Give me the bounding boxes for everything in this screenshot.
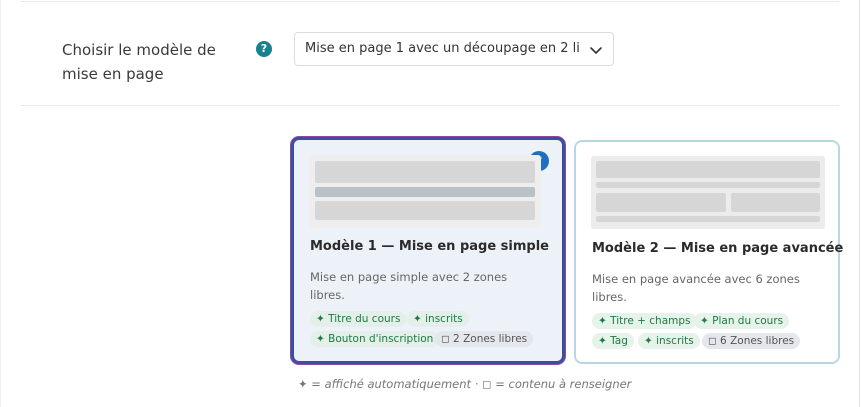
layout-model-select-value: Mise en page 1 avec un découpage en 2 li…: [305, 41, 580, 56]
divider-top: [21, 1, 839, 2]
layout-model-select[interactable]: Mise en page 1 avec un découpage en 2 li…: [294, 32, 614, 66]
tag-auto: ✦ Plan du cours: [694, 313, 790, 329]
legend-footnote: ✦ = affiché automatiquement · ◻ = conten…: [298, 377, 632, 391]
tag-auto: ✦ Titre + champs: [592, 313, 697, 329]
card-title: Modèle 1 — Mise en page simple: [310, 239, 550, 254]
card-description: Mise en page simple avec 2 zones libres.: [310, 270, 508, 302]
tag-auto: ✦ inscrits: [638, 333, 700, 349]
card-title: Modèle 2 — Mise en page avancée: [592, 241, 844, 256]
tag-auto: ✦ Bouton d'inscription: [310, 331, 440, 347]
tag-free: ◻ 6 Zones libres: [702, 333, 801, 349]
card-description: Mise en page avancée avec 6 zones libres…: [592, 272, 800, 304]
tag-auto: ✦ Titre du cours: [310, 311, 407, 327]
chevron-down-icon: [590, 47, 602, 54]
layout-model-label: Choisir le modèle de mise en page: [62, 41, 216, 83]
tag-auto: ✦ Tag: [592, 333, 634, 349]
tag-auto: ✦ inscrits: [407, 311, 469, 327]
divider-middle: [21, 105, 839, 106]
tag-free: ◻ 2 Zones libres: [435, 331, 534, 347]
layout-preview-advanced: [591, 156, 825, 229]
layout-preview-simple: [309, 155, 541, 228]
layout-card-advanced[interactable]: Modèle 2 — Mise en page avancée Mise en …: [574, 140, 844, 364]
layout-card-simple[interactable]: ✓ Modèle 1 — Mise en page simple Mise en…: [291, 137, 565, 364]
layout-settings-panel: Choisir le modèle de mise en page ? Mise…: [0, 0, 860, 407]
help-icon[interactable]: ?: [256, 41, 272, 57]
